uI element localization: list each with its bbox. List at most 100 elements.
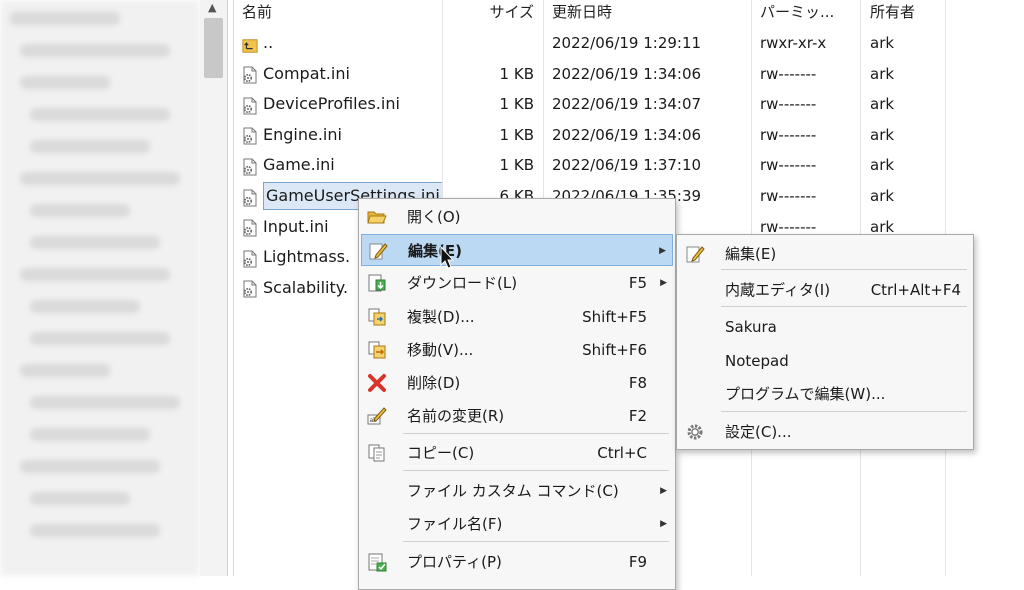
file-name-cell[interactable]: Engine.ini xyxy=(242,120,442,150)
file-name-text: Game.ini xyxy=(263,155,335,175)
file-size-cell: 1 KB xyxy=(499,95,534,114)
file-size-cell: 1 KB xyxy=(499,64,534,83)
delete-x-icon xyxy=(367,373,387,393)
file-name-cell[interactable]: DeviceProfiles.ini xyxy=(242,89,442,119)
menu-item-label: 編集(E) xyxy=(725,245,777,263)
submenu-item[interactable]: Notepad xyxy=(679,345,971,377)
file-owner-cell: ark xyxy=(870,187,895,205)
column-header-name[interactable]: 名前 xyxy=(242,0,442,27)
file-permissions-cell: rw------- xyxy=(760,125,817,144)
submenu-arrow-icon: ▶ xyxy=(659,246,666,256)
mouse-cursor-icon xyxy=(440,246,454,269)
settings-file-icon xyxy=(242,187,258,206)
menu-item-label: ファイル カスタム コマンド(C) xyxy=(407,482,619,500)
open-folder-icon xyxy=(367,207,387,227)
properties-icon xyxy=(367,552,387,572)
settings-file-icon xyxy=(242,95,258,115)
file-owner-cell: ark xyxy=(870,64,895,83)
submenu-arrow-icon: ▶ xyxy=(660,486,667,496)
column-header-owner[interactable]: 所有者 xyxy=(870,0,940,27)
edit-pencil-icon xyxy=(368,241,388,261)
file-row[interactable]: Compat.ini 1 KB 2022/06/19 1:34:06 rw------… xyxy=(234,59,946,89)
file-name-text: Compat.ini xyxy=(263,63,350,83)
file-modified-cell: 2022/06/19 1:34:06 xyxy=(552,64,702,83)
submenu-item[interactable]: 内蔵エディタ(I) Ctrl+Alt+F4 xyxy=(679,274,971,306)
edit-pencil-icon xyxy=(685,244,705,264)
file-name-text: Scalability. xyxy=(263,277,349,297)
file-size-cell: 1 KB xyxy=(499,125,534,144)
context-menu-item[interactable]: 移動(V)... Shift+F6 xyxy=(361,334,673,366)
file-name-text: Engine.ini xyxy=(263,124,342,144)
menu-item-label: Sakura xyxy=(725,318,777,336)
file-owner-cell: ark xyxy=(870,125,895,144)
column-header-permissions[interactable]: パーミッ... xyxy=(760,0,860,27)
file-name-text: DeviceProfiles.ini xyxy=(263,94,400,114)
scroll-up-arrow-icon[interactable]: ▲ xyxy=(208,1,216,14)
rename-icon: ab xyxy=(367,406,387,426)
menu-item-shortcut: F9 xyxy=(628,553,647,571)
file-modified-cell: 2022/06/19 1:29:11 xyxy=(552,34,702,52)
context-menu-item[interactable]: 開く(O) xyxy=(361,201,673,233)
context-menu-item[interactable]: ab 名前の変更(R) F2 xyxy=(361,400,673,432)
menu-separator xyxy=(403,470,669,471)
gear-icon xyxy=(685,422,705,442)
file-permissions-cell: rwxr-xr-x xyxy=(760,34,827,52)
context-menu-item[interactable]: ファイル カスタム コマンド(C) ▶ xyxy=(361,475,673,507)
menu-separator xyxy=(721,411,967,412)
file-name-text: Input.ini xyxy=(263,216,329,236)
submenu-item[interactable]: プログラムで編集(W)... xyxy=(679,378,971,410)
menu-item-label: 複製(D)... xyxy=(407,308,475,326)
file-name-cell[interactable]: .. xyxy=(242,28,442,58)
menu-item-label: プロパティ(P) xyxy=(407,553,502,571)
file-size-cell: 1 KB xyxy=(499,156,534,175)
file-row[interactable]: Game.ini 1 KB 2022/06/19 1:37:10 rw------- a… xyxy=(234,150,946,180)
context-menu-item[interactable]: 編集(E) ▶ xyxy=(361,234,673,266)
file-name-cell[interactable]: Game.ini xyxy=(242,150,442,180)
file-name-cell[interactable]: Compat.ini xyxy=(242,59,442,89)
edit-submenu: 編集(E) 内蔵エディタ(I) Ctrl+Alt+F4 Sakura Notepad プロ… xyxy=(676,234,974,450)
menu-item-label: ファイル名(F) xyxy=(407,515,503,533)
file-modified-cell: 2022/06/19 1:34:07 xyxy=(552,95,702,114)
menu-separator xyxy=(403,433,669,434)
file-row[interactable]: Engine.ini 1 KB 2022/06/19 1:34:06 rw------… xyxy=(234,120,946,150)
file-row[interactable]: DeviceProfiles.ini 1 KB 2022/06/19 1:34:07… xyxy=(234,89,946,119)
file-modified-cell: 2022/06/19 1:34:06 xyxy=(552,125,702,144)
context-menu-item[interactable]: ファイル名(F) ▶ xyxy=(361,508,673,540)
file-owner-cell: ark xyxy=(870,156,895,175)
settings-file-icon xyxy=(242,217,258,237)
left-pane-scrollbar[interactable]: ▲ xyxy=(200,0,228,576)
menu-item-label: 移動(V)... xyxy=(407,341,474,359)
file-name-text: Lightmass. xyxy=(263,247,351,267)
clipboard-copy-icon xyxy=(367,443,387,463)
context-menu-item[interactable]: 複製(D)... Shift+F5 xyxy=(361,301,673,333)
submenu-item[interactable]: 編集(E) xyxy=(679,238,971,270)
menu-separator xyxy=(721,306,967,307)
column-header-modified[interactable]: 更新日時 xyxy=(552,0,752,27)
context-menu-item[interactable]: プロパティ(P) F9 xyxy=(361,546,673,578)
context-menu-item[interactable]: ダウンロード(L) F5 ▶ xyxy=(361,267,673,299)
settings-file-icon xyxy=(242,64,258,84)
menu-item-shortcut: F2 xyxy=(628,407,647,425)
menu-item-shortcut: Shift+F5 xyxy=(582,308,647,326)
copy-files-icon xyxy=(367,307,387,327)
submenu-arrow-icon: ▶ xyxy=(660,519,667,529)
column-header-size[interactable]: サイズ xyxy=(442,0,534,27)
context-menu-item[interactable]: コピー(C) Ctrl+C xyxy=(361,437,673,469)
context-menu-item[interactable]: 削除(D) F8 xyxy=(361,367,673,399)
file-modified-cell: 2022/06/19 1:37:10 xyxy=(552,156,702,175)
submenu-arrow-icon: ▶ xyxy=(660,278,667,288)
file-context-menu: 開く(O) 編集(E) ▶ ダウンロード(L) F5 ▶ 複製(D)... Shift+F5 移… xyxy=(358,198,676,590)
file-owner-cell: ark xyxy=(870,95,895,114)
settings-file-icon xyxy=(242,156,258,176)
file-permissions-cell: rw------- xyxy=(760,95,817,114)
menu-item-label: ダウンロード(L) xyxy=(407,274,518,292)
menu-item-label: Notepad xyxy=(725,352,789,370)
submenu-item[interactable]: 設定(C)... xyxy=(679,416,971,448)
scrollbar-thumb[interactable] xyxy=(204,18,223,78)
file-row[interactable]: .. 2022/06/19 1:29:11 rwxr-xr-x ark xyxy=(234,28,946,58)
file-list-header: 名前 サイズ 更新日時 パーミッ... 所有者 xyxy=(234,0,946,27)
menu-item-shortcut: F8 xyxy=(628,374,647,392)
parent-folder-icon xyxy=(242,34,258,53)
file-permissions-cell: rw------- xyxy=(760,64,817,83)
submenu-item[interactable]: Sakura xyxy=(679,311,971,343)
